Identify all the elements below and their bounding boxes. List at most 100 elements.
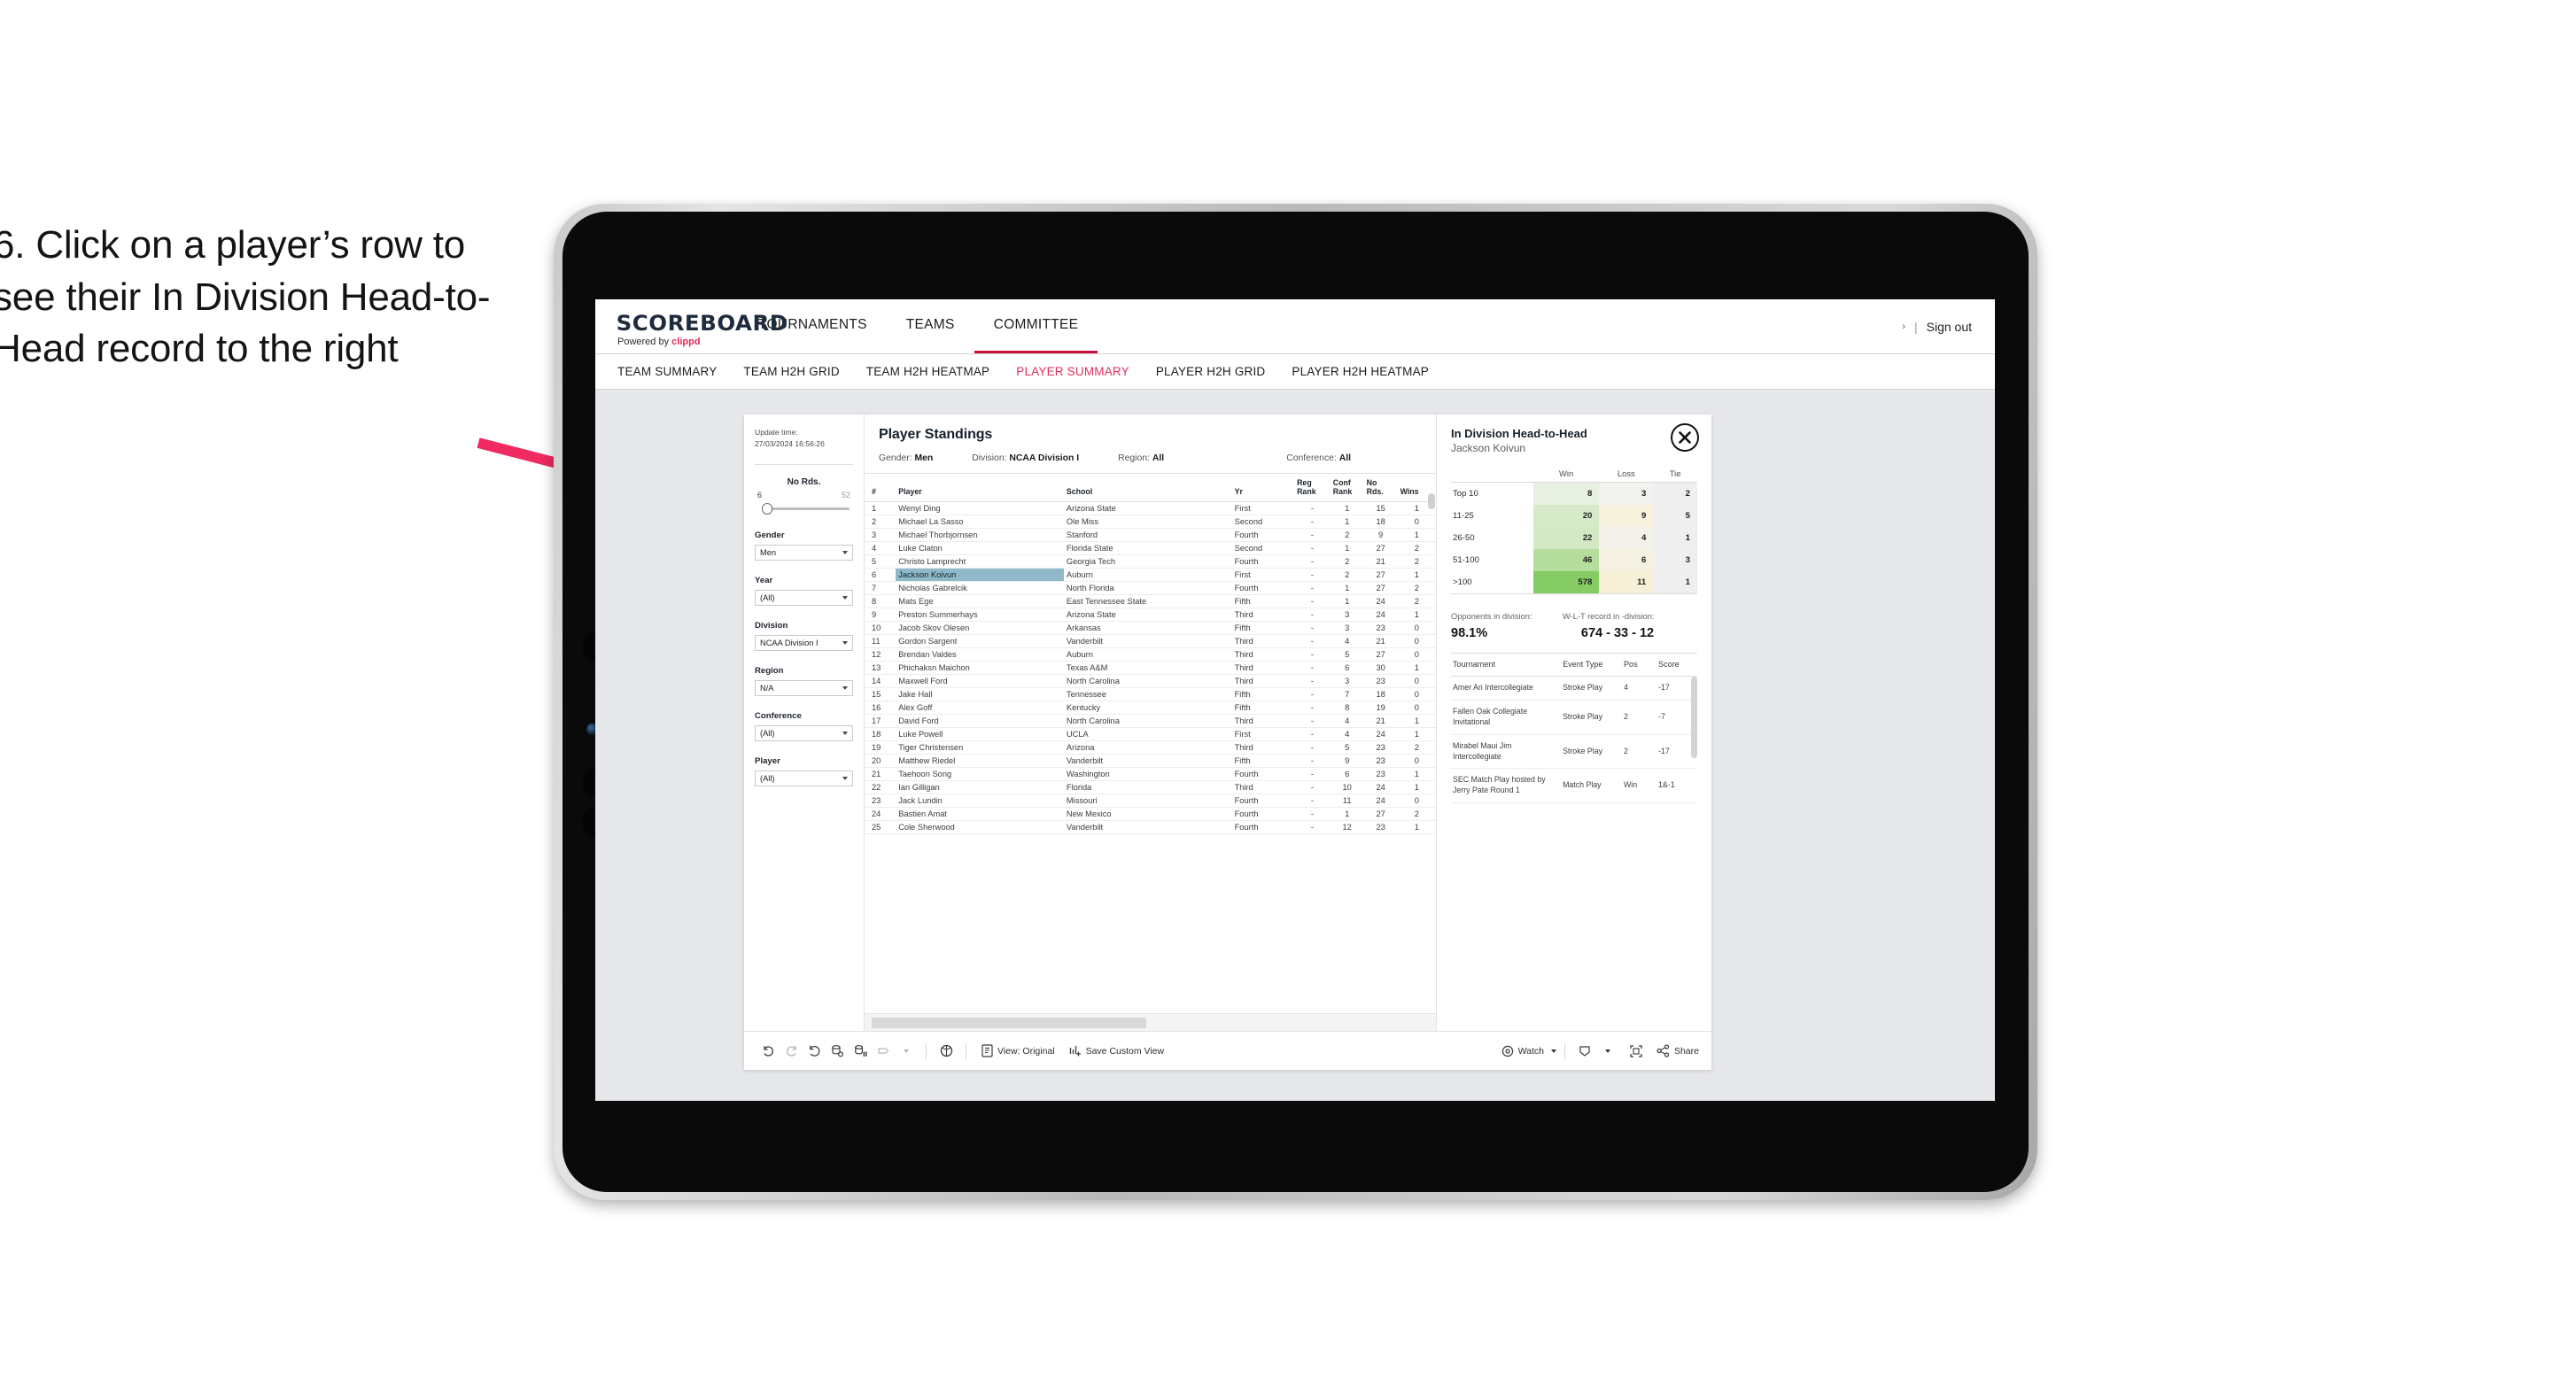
h2h-col-loss: Loss (1599, 468, 1654, 483)
tab-player-h2h-heatmap[interactable]: PLAYER H2H HEATMAP (1292, 365, 1429, 378)
tab-player-h2h-grid[interactable]: PLAYER H2H GRID (1156, 365, 1266, 378)
table-row[interactable]: 22 Ian Gilligan Florida Third -10 24 1 (865, 780, 1436, 794)
tab-team-h2h-heatmap[interactable]: TEAM H2H HEATMAP (866, 365, 989, 378)
col-school[interactable]: School (1063, 474, 1232, 502)
tournament-pos: 4 (1621, 676, 1657, 701)
cell-yr: Fifth (1231, 687, 1295, 701)
account-area: › | Sign out (1902, 299, 1995, 353)
col-conf-rank[interactable]: Conf Rank (1330, 474, 1364, 502)
col-yr[interactable]: Yr (1231, 474, 1295, 502)
table-row[interactable]: 17 David Ford North Carolina Third -4 21 1 (865, 714, 1436, 728)
pause-icon[interactable] (935, 1040, 958, 1063)
highlight-icon[interactable] (872, 1040, 895, 1063)
app-header: SCOREBOARD Powered by clippd TOURNAMENTS… (595, 299, 1995, 354)
cell-yr: Fifth (1231, 621, 1295, 635)
table-row[interactable]: 5 Christo Lamprecht Georgia Tech Fourth -2 21… (865, 554, 1436, 569)
table-row[interactable]: 24 Bastien Amat New Mexico Fourth -1 27 2 (865, 807, 1436, 821)
tournament-tbody: Amer Ari Intercollegiate Stroke Play 4 -17 F… (1451, 676, 1697, 804)
refresh-data-icon[interactable] (826, 1040, 849, 1063)
cell-player: Jackson Koivun (896, 568, 1064, 582)
nav-teams[interactable]: TEAMS (887, 299, 974, 353)
cell-school: Vanderbilt (1063, 820, 1232, 834)
cell-num: 4 (865, 541, 896, 555)
vertical-scrollbar[interactable] (1428, 493, 1435, 509)
table-row[interactable]: 10 Jacob Skov Olesen Arkansas Fifth -3 23 0 (865, 621, 1436, 635)
table-row[interactable]: 25 Cole Sherwood Vanderbilt Fourth -12 23 1 (865, 820, 1436, 834)
revert-icon[interactable] (803, 1040, 826, 1063)
cell-rds: 23 (1363, 767, 1398, 781)
table-row[interactable]: 13 Phichaksn Maichon Texas A&M Third -6 30 1 (865, 661, 1436, 675)
close-icon[interactable] (1671, 423, 1699, 452)
h2h-cell-win: 578 (1532, 571, 1600, 594)
sign-out-link[interactable]: Sign out (1927, 320, 1972, 334)
cell-rds: 30 (1363, 661, 1398, 675)
table-row[interactable]: 16 Alex Goff Kentucky Fifth -8 19 0 (865, 701, 1436, 715)
share-button[interactable]: Share (1657, 1044, 1699, 1057)
chevron-down-icon (842, 640, 848, 645)
tournament-scrollbar[interactable] (1691, 677, 1697, 758)
cell-school: Kentucky (1063, 701, 1232, 715)
table-row[interactable]: 8 Mats Ege East Tennessee State Fifth -1 24 2 (865, 594, 1436, 608)
cell-conf: 1 (1330, 581, 1364, 595)
app-logo[interactable]: SCOREBOARD Powered by clippd (595, 299, 788, 353)
tab-team-h2h-grid[interactable]: TEAM H2H GRID (743, 365, 839, 378)
tournament-type: Match Play (1561, 768, 1622, 804)
redo-icon[interactable] (780, 1040, 803, 1063)
cell-conf: 1 (1330, 807, 1364, 821)
col-reg-rank[interactable]: Reg Rank (1294, 474, 1331, 502)
slider-track[interactable] (755, 501, 853, 515)
download-caret-icon[interactable] (1596, 1040, 1619, 1063)
table-row[interactable]: 11 Gordon Sargent Vanderbilt Third -4 21 0 (865, 634, 1436, 648)
slider-knob[interactable] (762, 502, 772, 515)
standings-thead: # Player School Yr Reg Rank Conf Rank No… (865, 474, 1436, 502)
cell-player: David Ford (896, 714, 1064, 728)
col-rank[interactable]: # (865, 474, 896, 502)
undo-icon[interactable] (757, 1040, 780, 1063)
filter-division-select[interactable]: NCAA Division I (755, 634, 853, 651)
table-row[interactable]: 14 Maxwell Ford North Carolina Third -3 23 0 (865, 674, 1436, 688)
cell-num: 9 (865, 608, 896, 622)
cell-rds: 23 (1363, 740, 1398, 755)
cell-yr: Fourth (1231, 820, 1295, 834)
download-icon[interactable] (1573, 1040, 1596, 1063)
filter-conference-select[interactable]: (All) (755, 724, 853, 741)
watch-button[interactable]: Watch (1501, 1045, 1556, 1057)
table-row[interactable]: 18 Luke Powell UCLA First -4 24 1 (865, 727, 1436, 741)
col-player[interactable]: Player (896, 474, 1064, 502)
table-row[interactable]: 2 Michael La Sasso Ole Miss Second -1 18 0 (865, 515, 1436, 529)
view-original-button[interactable]: View: Original (982, 1044, 1055, 1057)
table-row[interactable]: 23 Jack Lundin Missouri Fourth -11 24 0 (865, 794, 1436, 808)
cell-wins: 2 (1397, 740, 1436, 755)
cell-wins: 1 (1397, 608, 1436, 622)
cell-conf: 7 (1330, 687, 1364, 701)
tab-team-summary[interactable]: TEAM SUMMARY (617, 365, 717, 378)
highlight-caret-icon[interactable] (895, 1040, 918, 1063)
tab-player-summary[interactable]: PLAYER SUMMARY (1016, 365, 1129, 378)
filter-year-select[interactable]: (All) (755, 589, 853, 606)
table-row[interactable]: 12 Brendan Valdes Auburn Third -5 27 0 (865, 647, 1436, 662)
filter-gender-select[interactable]: Men (755, 544, 853, 561)
cell-conf: 2 (1330, 568, 1364, 582)
table-row[interactable]: 9 Preston Summerhays Arizona State Third -3 2… (865, 608, 1436, 622)
pause-updates-icon[interactable] (849, 1040, 872, 1063)
table-row[interactable]: 21 Taehoon Song Washington Fourth -6 23 1 (865, 767, 1436, 781)
stat-opponents-value: 98.1% (1451, 626, 1488, 640)
table-row[interactable]: 20 Matthew Riedel Vanderbilt Fifth -9 23 0 (865, 754, 1436, 768)
table-row[interactable]: 4 Luke Claton Florida State Second -1 27 2 (865, 541, 1436, 555)
account-caret-icon[interactable]: › (1902, 321, 1905, 332)
table-row[interactable]: 19 Tiger Christensen Arizona Third -5 23 2 (865, 740, 1436, 755)
table-row[interactable]: 3 Michael Thorbjornsen Stanford Fourth -2 9 1 (865, 528, 1436, 542)
table-row[interactable]: 6 Jackson Koivun Auburn First -2 27 1 (865, 568, 1436, 582)
table-row[interactable]: 15 Jake Hall Tennessee Fifth -7 18 0 (865, 687, 1436, 701)
save-custom-view-button[interactable]: Save Custom View (1069, 1044, 1164, 1057)
table-row[interactable]: 7 Nicholas Gabrelcik North Florida Fourth -1… (865, 581, 1436, 595)
filter-player-select[interactable]: (All) (755, 770, 853, 786)
nav-committee[interactable]: COMMITTEE (974, 299, 1098, 353)
filter-region-select[interactable]: N/A (755, 679, 853, 696)
horizontal-scrollbar[interactable] (872, 1018, 1146, 1028)
table-row[interactable]: 1 Wenyi Ding Arizona State First -1 15 1 (865, 501, 1436, 515)
h2h-cell-loss: 4 (1599, 527, 1654, 549)
fullscreen-icon[interactable] (1625, 1040, 1648, 1063)
cell-num: 8 (865, 594, 896, 608)
col-no-rds[interactable]: No Rds. (1363, 474, 1398, 502)
